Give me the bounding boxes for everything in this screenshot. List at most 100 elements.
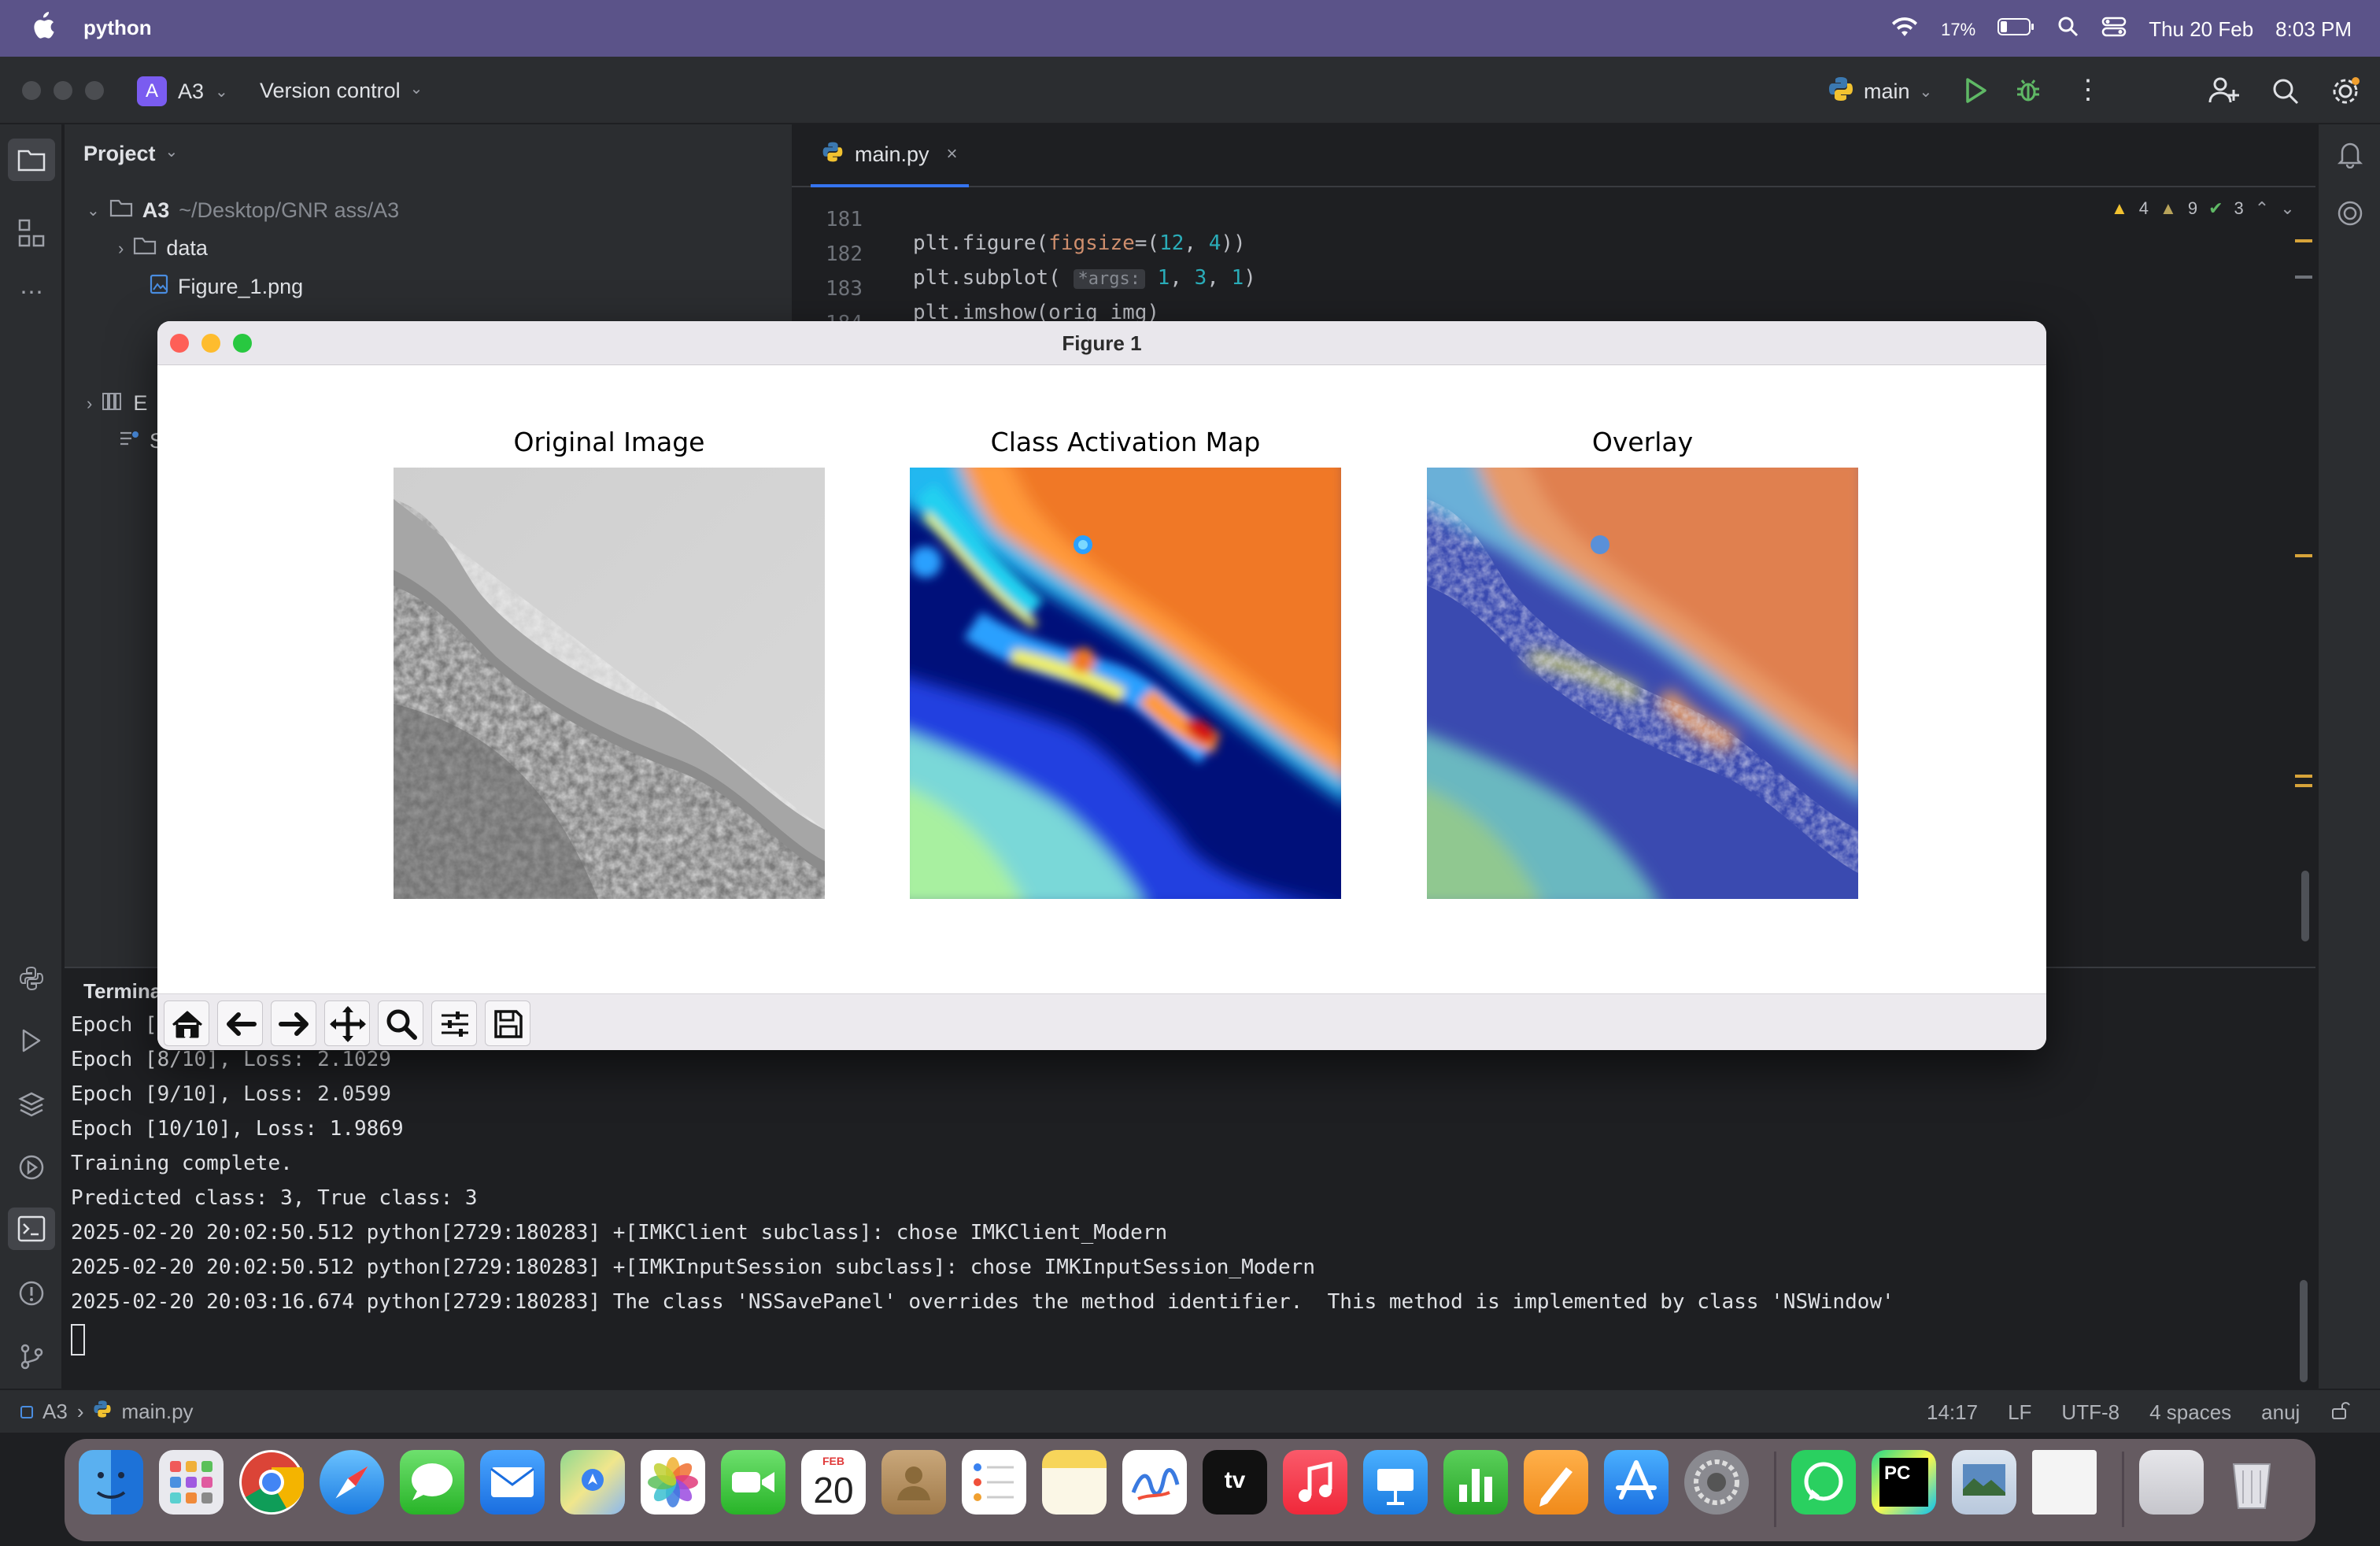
breadcrumb[interactable]: A3 › main.py: [20, 1400, 194, 1424]
tree-root[interactable]: ⌄ A3 ~/Desktop/GNR ass/A3: [87, 198, 399, 223]
line-separator[interactable]: LF: [2008, 1400, 2031, 1425]
code-line[interactable]: 184 plt.title("Original Image"): [792, 288, 1246, 359]
more-tools-icon[interactable]: ⋯: [16, 277, 47, 309]
dock-mail-icon[interactable]: [480, 1450, 545, 1515]
dock-launchpad-icon[interactable]: [159, 1450, 224, 1515]
dock-photos-icon[interactable]: [641, 1450, 705, 1515]
notifications-bell-icon[interactable]: [2334, 140, 2366, 172]
figure-zoom-button[interactable]: [233, 334, 252, 353]
project-panel-header[interactable]: Project ⌄: [83, 142, 178, 166]
python-console-icon[interactable]: [16, 965, 47, 997]
dock-trash-icon[interactable]: [2219, 1450, 2284, 1515]
tree-item-external-libraries[interactable]: › E: [87, 390, 147, 416]
window-minimize-button[interactable]: [54, 81, 72, 100]
wifi-icon[interactable]: [1890, 16, 1919, 43]
save-figure-button[interactable]: [485, 1000, 530, 1046]
tree-item-figure-png[interactable]: Figure_1.png: [150, 274, 303, 300]
battery-icon[interactable]: [1998, 17, 2035, 42]
dock-facetime-icon[interactable]: [721, 1450, 785, 1515]
lock-icon[interactable]: [2330, 1400, 2351, 1426]
menubar-date[interactable]: Thu 20 Feb: [2149, 17, 2253, 42]
dock-tv-icon[interactable]: tv: [1203, 1450, 1267, 1515]
dock-document-icon[interactable]: [2032, 1450, 2097, 1515]
dock-chrome-icon[interactable]: [239, 1450, 305, 1515]
breadcrumb-project[interactable]: A3: [42, 1400, 68, 1424]
warning-marker[interactable]: [2295, 784, 2312, 787]
code-line[interactable]: 182 plt.subplot( *args: 1, 3, 1): [792, 219, 1256, 290]
indent-setting[interactable]: 4 spaces: [2149, 1400, 2231, 1425]
add-user-icon[interactable]: [2208, 76, 2240, 111]
caret-position[interactable]: 14:17: [1927, 1400, 1978, 1425]
search-everywhere-icon[interactable]: [2271, 77, 2300, 111]
terminal-tab[interactable]: Termina: [83, 979, 161, 1004]
figure-title-bar[interactable]: Figure 1: [157, 321, 2046, 365]
warning-marker[interactable]: [2295, 239, 2312, 242]
configure-subplots-button[interactable]: [431, 1000, 477, 1046]
services-icon[interactable]: [16, 1154, 47, 1185]
chevron-down-icon[interactable]: ⌄: [2280, 198, 2294, 219]
dock-music-icon[interactable]: [1283, 1450, 1347, 1515]
warning-marker[interactable]: [2295, 775, 2312, 778]
layers-icon[interactable]: [16, 1091, 47, 1123]
breadcrumb-file[interactable]: main.py: [121, 1400, 193, 1424]
dock-pycharm-icon[interactable]: PC: [1872, 1450, 1936, 1515]
app-name[interactable]: python: [83, 16, 152, 40]
file-encoding[interactable]: UTF-8: [2061, 1400, 2119, 1425]
code-line[interactable]: 183 plt.imshow(orig_img): [792, 253, 1159, 324]
dock-finder-icon[interactable]: [79, 1450, 143, 1515]
zoom-button[interactable]: [378, 1000, 423, 1046]
terminal-cursor[interactable]: [71, 1324, 85, 1356]
ai-assistant-icon[interactable]: [2334, 200, 2366, 231]
terminal-scrollbar[interactable]: [2300, 1280, 2308, 1382]
scroll-marker[interactable]: [2295, 276, 2312, 279]
terminal-tool-button[interactable]: [8, 1208, 55, 1250]
project-switcher[interactable]: A A3 ⌄: [137, 76, 228, 107]
apple-icon[interactable]: [30, 11, 55, 46]
window-close-button[interactable]: [22, 81, 41, 100]
structure-icon[interactable]: [16, 219, 47, 250]
figure-minimize-button[interactable]: [201, 334, 220, 353]
dock-pages-icon[interactable]: [1524, 1450, 1588, 1515]
dock-safari-icon[interactable]: [320, 1450, 384, 1515]
figure-close-button[interactable]: [170, 334, 189, 353]
dock-messages-icon[interactable]: [400, 1450, 464, 1515]
close-tab-icon[interactable]: ×: [947, 143, 958, 165]
tab-main-py[interactable]: main.py ×: [811, 124, 969, 187]
pan-button[interactable]: [324, 1000, 370, 1046]
project-tool-button[interactable]: [8, 139, 55, 181]
inspection-widget[interactable]: ▲ 4 ▲ 9 ✔ 3 ⌃ ⌄: [2111, 198, 2295, 219]
dock-system-settings-icon[interactable]: [1684, 1450, 1749, 1515]
run-icon[interactable]: [1964, 77, 1988, 109]
chevron-up-icon[interactable]: ⌃: [2255, 198, 2269, 219]
back-button[interactable]: [217, 1000, 263, 1046]
interpreter-label[interactable]: anuj: [2261, 1400, 2300, 1425]
dock-whatsapp-icon[interactable]: [1791, 1450, 1856, 1515]
more-options-icon[interactable]: ⋮: [2075, 74, 2101, 105]
dock-numbers-icon[interactable]: [1443, 1450, 1508, 1515]
warning-marker[interactable]: [2295, 554, 2312, 557]
dock-keynote-icon[interactable]: [1363, 1450, 1428, 1515]
home-button[interactable]: [164, 1000, 209, 1046]
control-center-icon[interactable]: [2101, 16, 2127, 43]
run-tool-icon[interactable]: [16, 1028, 47, 1060]
settings-gear-icon[interactable]: [2330, 76, 2361, 113]
dock-reminders-icon[interactable]: [962, 1450, 1026, 1515]
dock-downloads-stack-icon[interactable]: [2139, 1450, 2204, 1515]
spotlight-search-icon[interactable]: [2057, 16, 2079, 43]
tree-item-data[interactable]: › data: [118, 236, 208, 261]
run-configuration-selector[interactable]: main ⌄: [1828, 76, 1932, 108]
window-zoom-button[interactable]: [85, 81, 104, 100]
dock-maps-icon[interactable]: [560, 1450, 625, 1515]
git-branch-icon[interactable]: [16, 1343, 47, 1374]
dock-notes-icon[interactable]: [1042, 1450, 1107, 1515]
version-control-menu[interactable]: Version control ⌄: [260, 79, 423, 103]
code-line[interactable]: 181 plt.figure(figsize=(12, 4)): [792, 184, 1246, 255]
debug-icon[interactable]: [2015, 77, 2042, 109]
forward-button[interactable]: [271, 1000, 316, 1046]
problems-icon[interactable]: [16, 1280, 47, 1311]
dock-calendar-icon[interactable]: FEB 20: [801, 1450, 866, 1515]
dock-freeform-icon[interactable]: [1122, 1450, 1187, 1515]
editor-scrollbar[interactable]: [2301, 871, 2309, 941]
dock-app-store-icon[interactable]: [1604, 1450, 1669, 1515]
dock-preview-icon[interactable]: [1952, 1450, 2016, 1515]
